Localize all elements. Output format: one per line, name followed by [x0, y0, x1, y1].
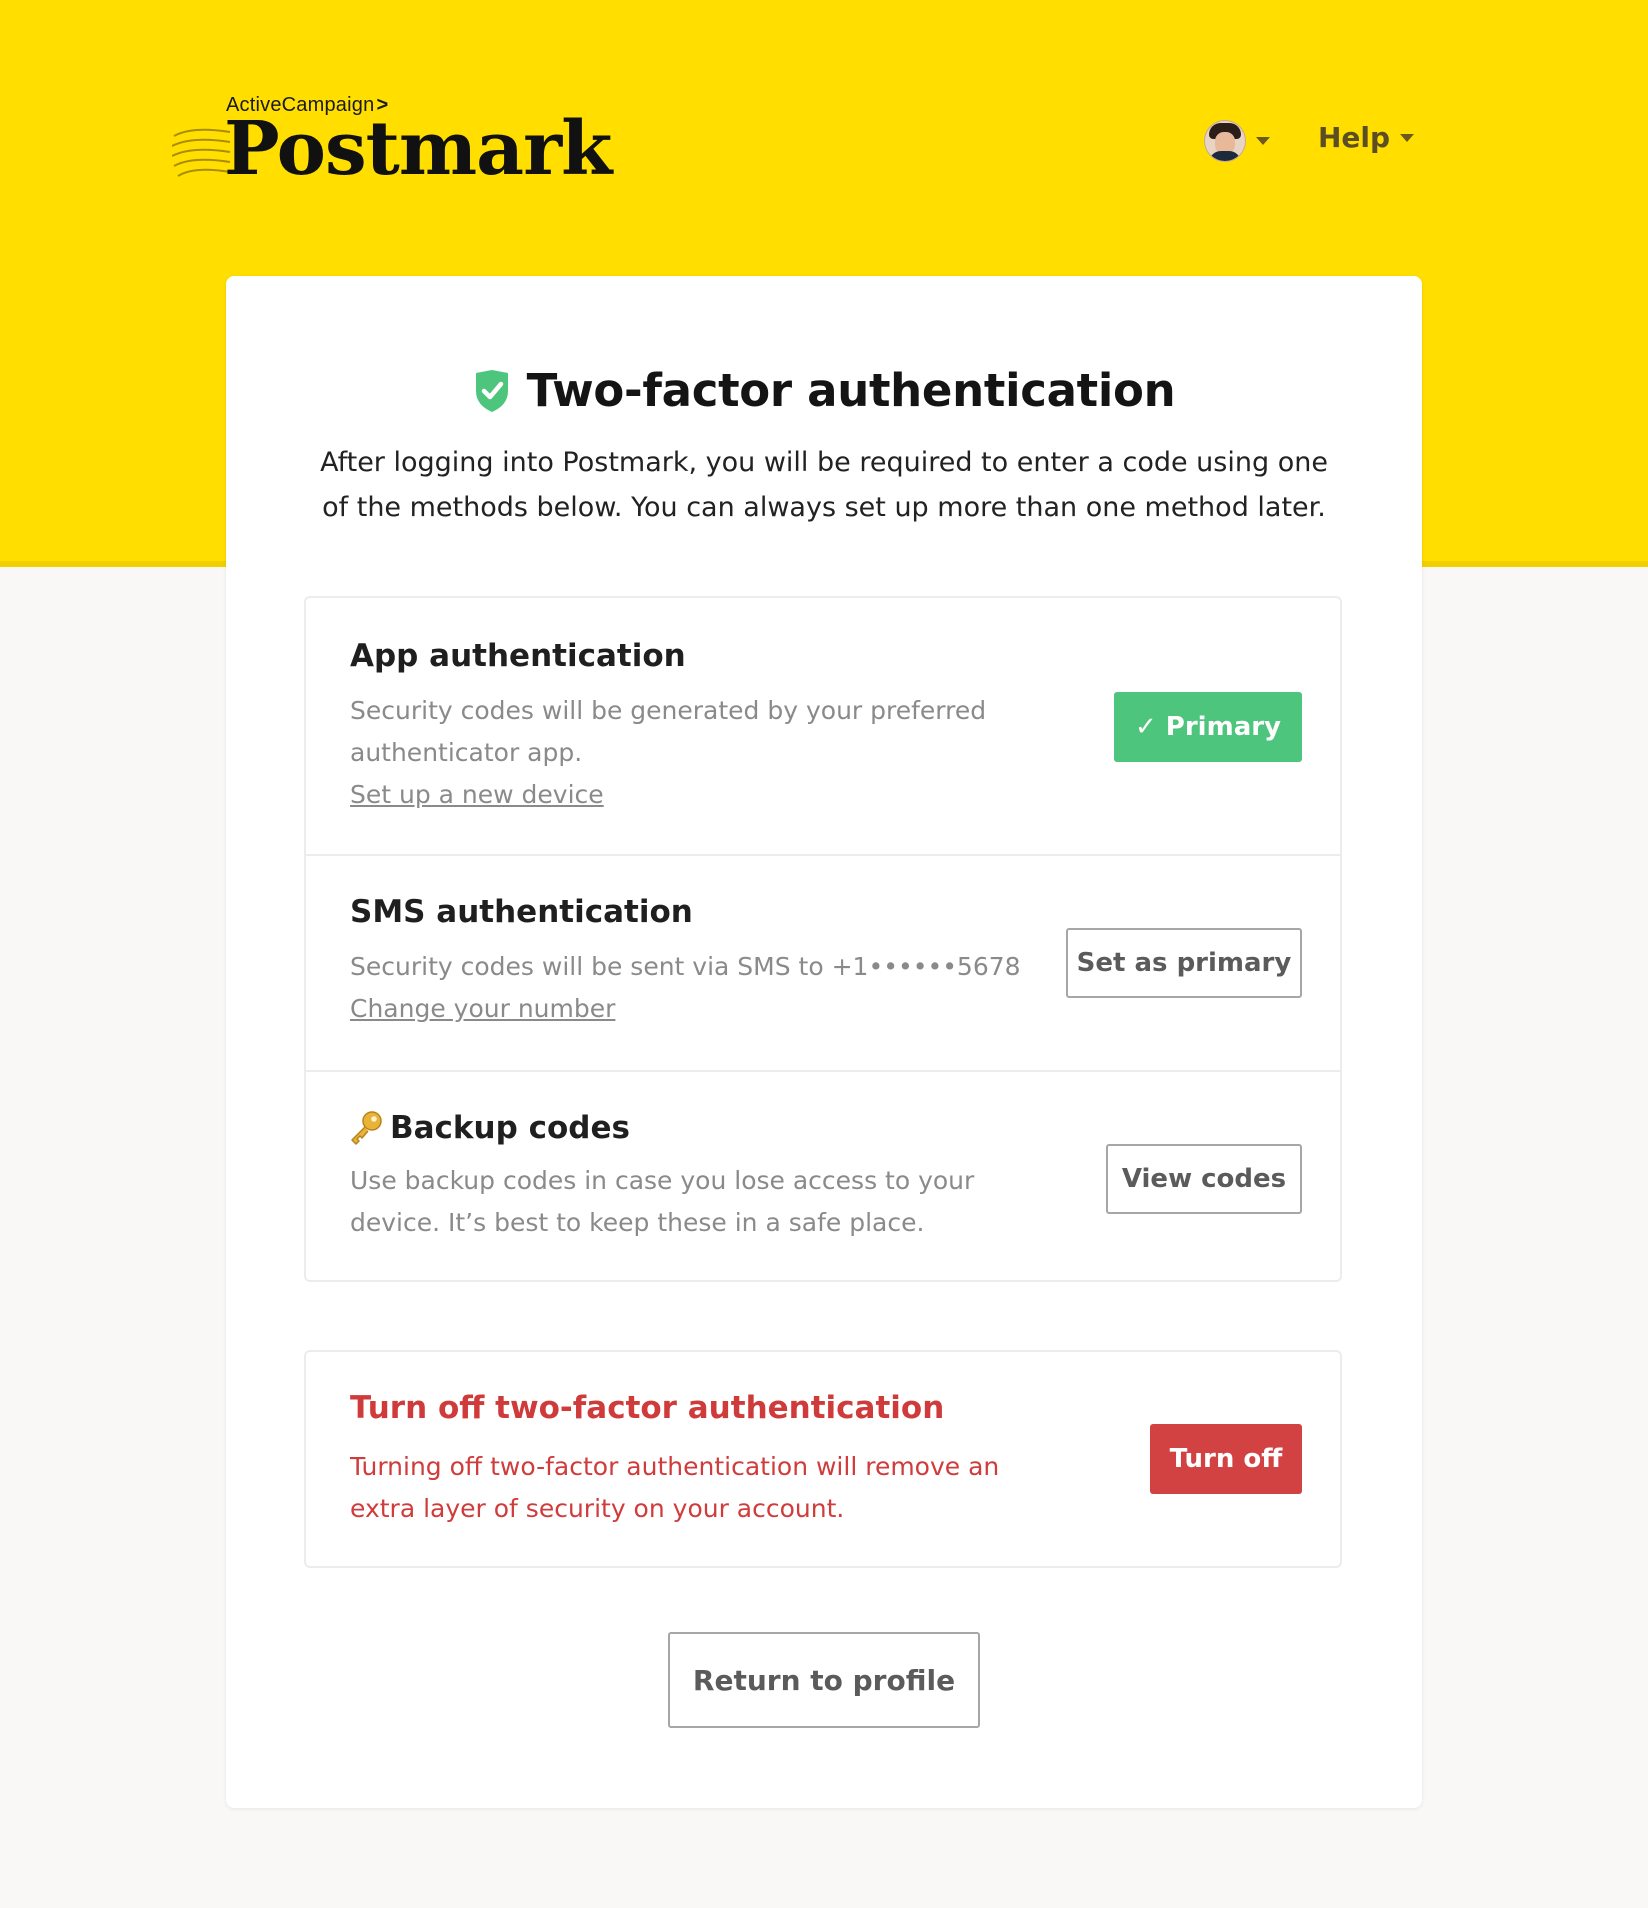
- intro-text: After logging into Postmark, you will be…: [320, 447, 1328, 523]
- setup-device-link[interactable]: Set up a new device: [350, 774, 1010, 816]
- set-as-primary-button[interactable]: Set as primary: [1066, 928, 1302, 998]
- danger-description: Turning off two-factor authentication wi…: [350, 1452, 1000, 1523]
- return-to-profile-button[interactable]: Return to profile: [668, 1632, 980, 1728]
- shield-check-icon: [475, 369, 508, 412]
- method-title-row: Backup codes: [348, 1110, 630, 1146]
- method-description: Use backup codes in case you lose access…: [350, 1166, 975, 1237]
- avatar[interactable]: [1204, 120, 1246, 162]
- page-title: Two-factor authentication: [526, 364, 1176, 417]
- methods-list: App authentication Security codes will b…: [304, 596, 1342, 1282]
- chevron-down-icon: [1256, 137, 1270, 145]
- method-title: SMS authentication: [350, 894, 693, 930]
- method-backup: Backup codes Use backup codes in case yo…: [306, 1072, 1340, 1280]
- logo-lines-icon: [172, 128, 231, 177]
- help-menu[interactable]: Help: [1318, 121, 1415, 154]
- user-menu[interactable]: [1204, 120, 1270, 162]
- turn-off-button[interactable]: Turn off: [1150, 1424, 1302, 1494]
- key-icon: [351, 1111, 382, 1145]
- danger-zone: Turn off two-factor authentication Turni…: [304, 1350, 1342, 1568]
- method-description: Security codes will be generated by your…: [350, 690, 1010, 816]
- chevron-down-icon: [1400, 133, 1415, 142]
- two-factor-card: Two-factor authentication After logging …: [226, 276, 1422, 1808]
- change-number-link[interactable]: Change your number: [350, 988, 1070, 1030]
- view-codes-button[interactable]: View codes: [1106, 1144, 1302, 1214]
- brand-name: Postmark: [224, 106, 612, 192]
- postmark-logo[interactable]: ActiveCampaign > Postmark: [172, 94, 612, 194]
- help-label: Help: [1318, 121, 1391, 154]
- method-sms: SMS authentication Security codes will b…: [306, 856, 1340, 1072]
- danger-title: Turn off two-factor authentication: [350, 1390, 945, 1426]
- method-title: App authentication: [350, 638, 686, 674]
- method-description: Security codes will be sent via SMS to +…: [350, 946, 1070, 1030]
- page-title-row: Two-factor authentication: [226, 364, 1422, 417]
- primary-badge-button[interactable]: ✓ Primary: [1114, 692, 1302, 762]
- method-app: App authentication Security codes will b…: [306, 598, 1340, 856]
